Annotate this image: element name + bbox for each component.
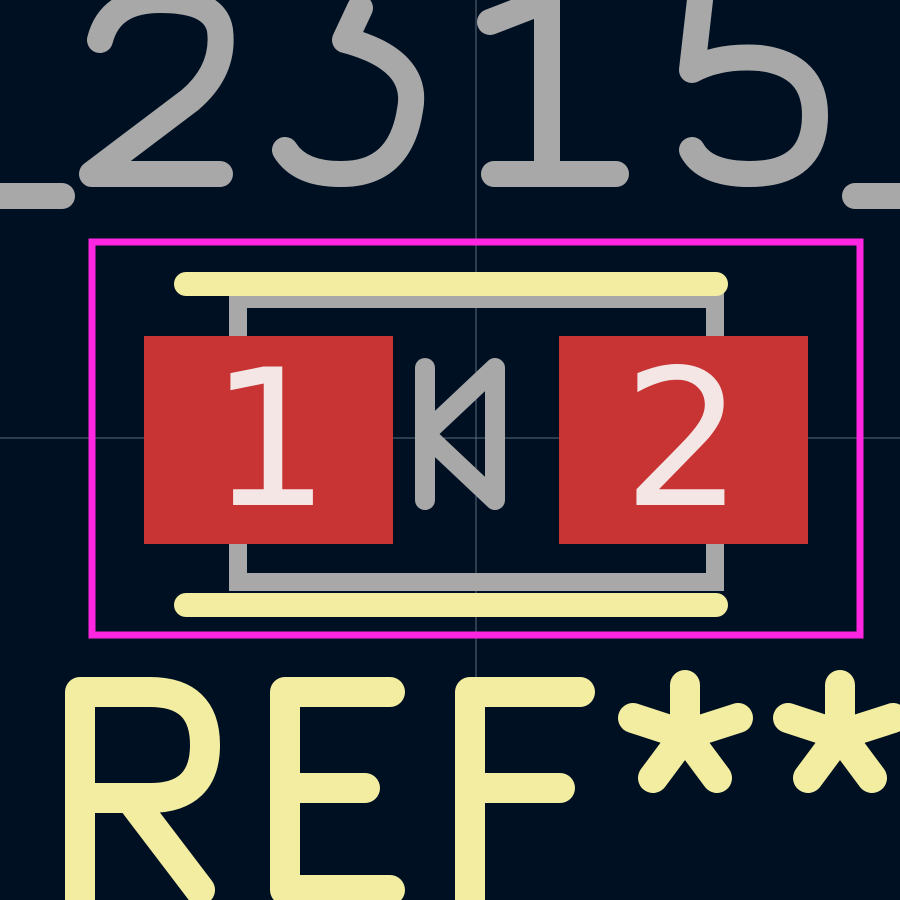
footprint-value-label: _2315_ <box>449 99 454 101</box>
pad-1[interactable]: 1 <box>144 329 393 550</box>
pad-1-number: 1 <box>210 329 331 550</box>
footprint-reference-label: REF** <box>450 799 453 801</box>
pad-2-number: 2 <box>623 329 744 550</box>
pad-2[interactable]: 2 <box>559 329 808 550</box>
pcb-footprint-canvas: 1 2 _2315_ REF** <box>0 0 900 900</box>
